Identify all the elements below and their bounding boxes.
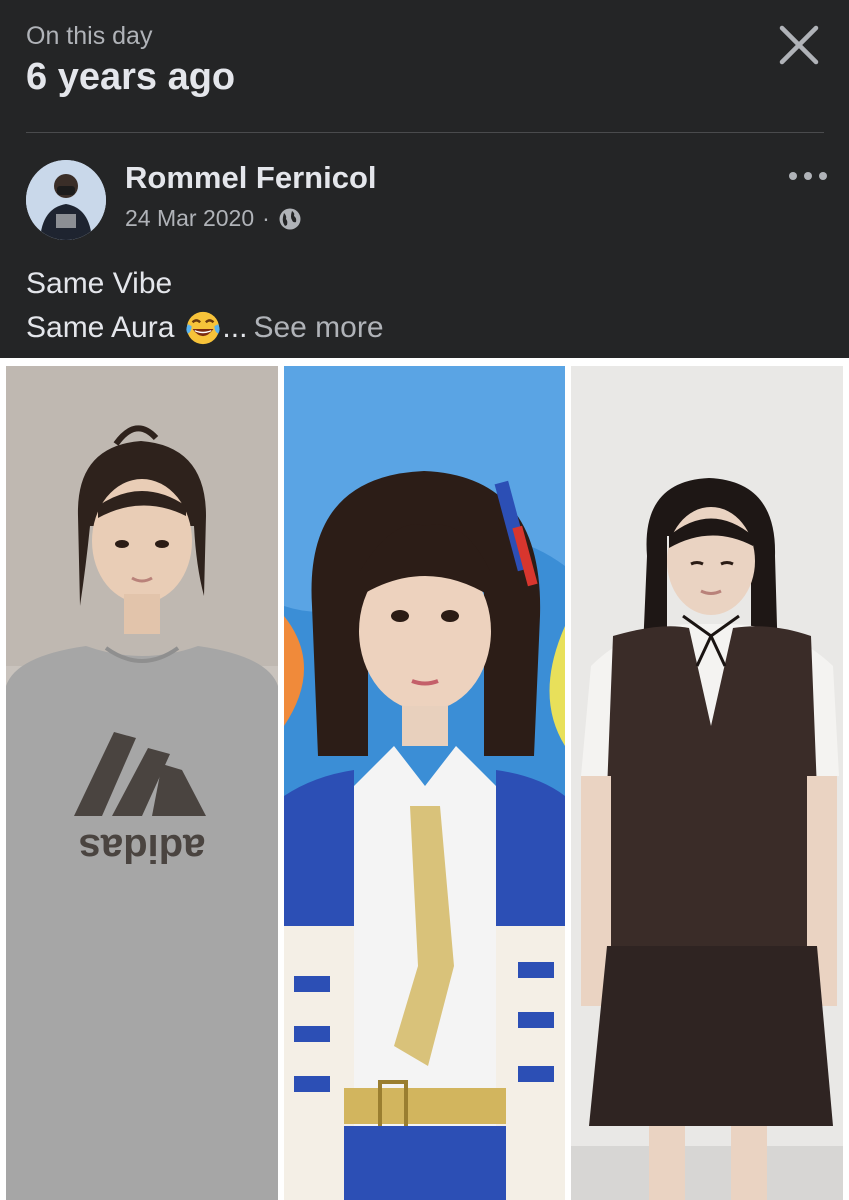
memory-title: 6 years ago [26,56,236,98]
see-more-link[interactable]: See more [253,306,383,350]
post-options-button[interactable] [786,164,830,188]
memory-kicker: On this day [26,22,153,50]
meta-separator: · [262,205,270,231]
photo-panel-3 [571,366,843,1200]
memory-header: On this day 6 years ago [0,0,849,134]
globe-icon [279,208,301,229]
shirt-logo-text: adidas [79,826,206,870]
header-divider [26,132,824,133]
photo-panel-1: adidas [6,366,278,1200]
caption-ellipsis: ... [222,311,248,344]
post-date[interactable]: 24 Mar 2020 [125,205,254,232]
more-options-icon [789,172,827,180]
post-meta: 24 Mar 2020 · [125,205,302,232]
post-caption: Same Vibe Same Aura ... See more [26,262,384,350]
close-button[interactable] [776,22,822,68]
photo-panel-2 [284,366,565,1200]
caption-line-2: Same Aura [26,311,175,344]
avatar[interactable] [26,160,106,240]
close-icon [779,25,819,65]
tears-of-joy-emoji-icon [186,311,221,345]
caption-line-1: Same Vibe [26,267,173,300]
post-author[interactable]: Rommel Fernicol [125,160,377,196]
